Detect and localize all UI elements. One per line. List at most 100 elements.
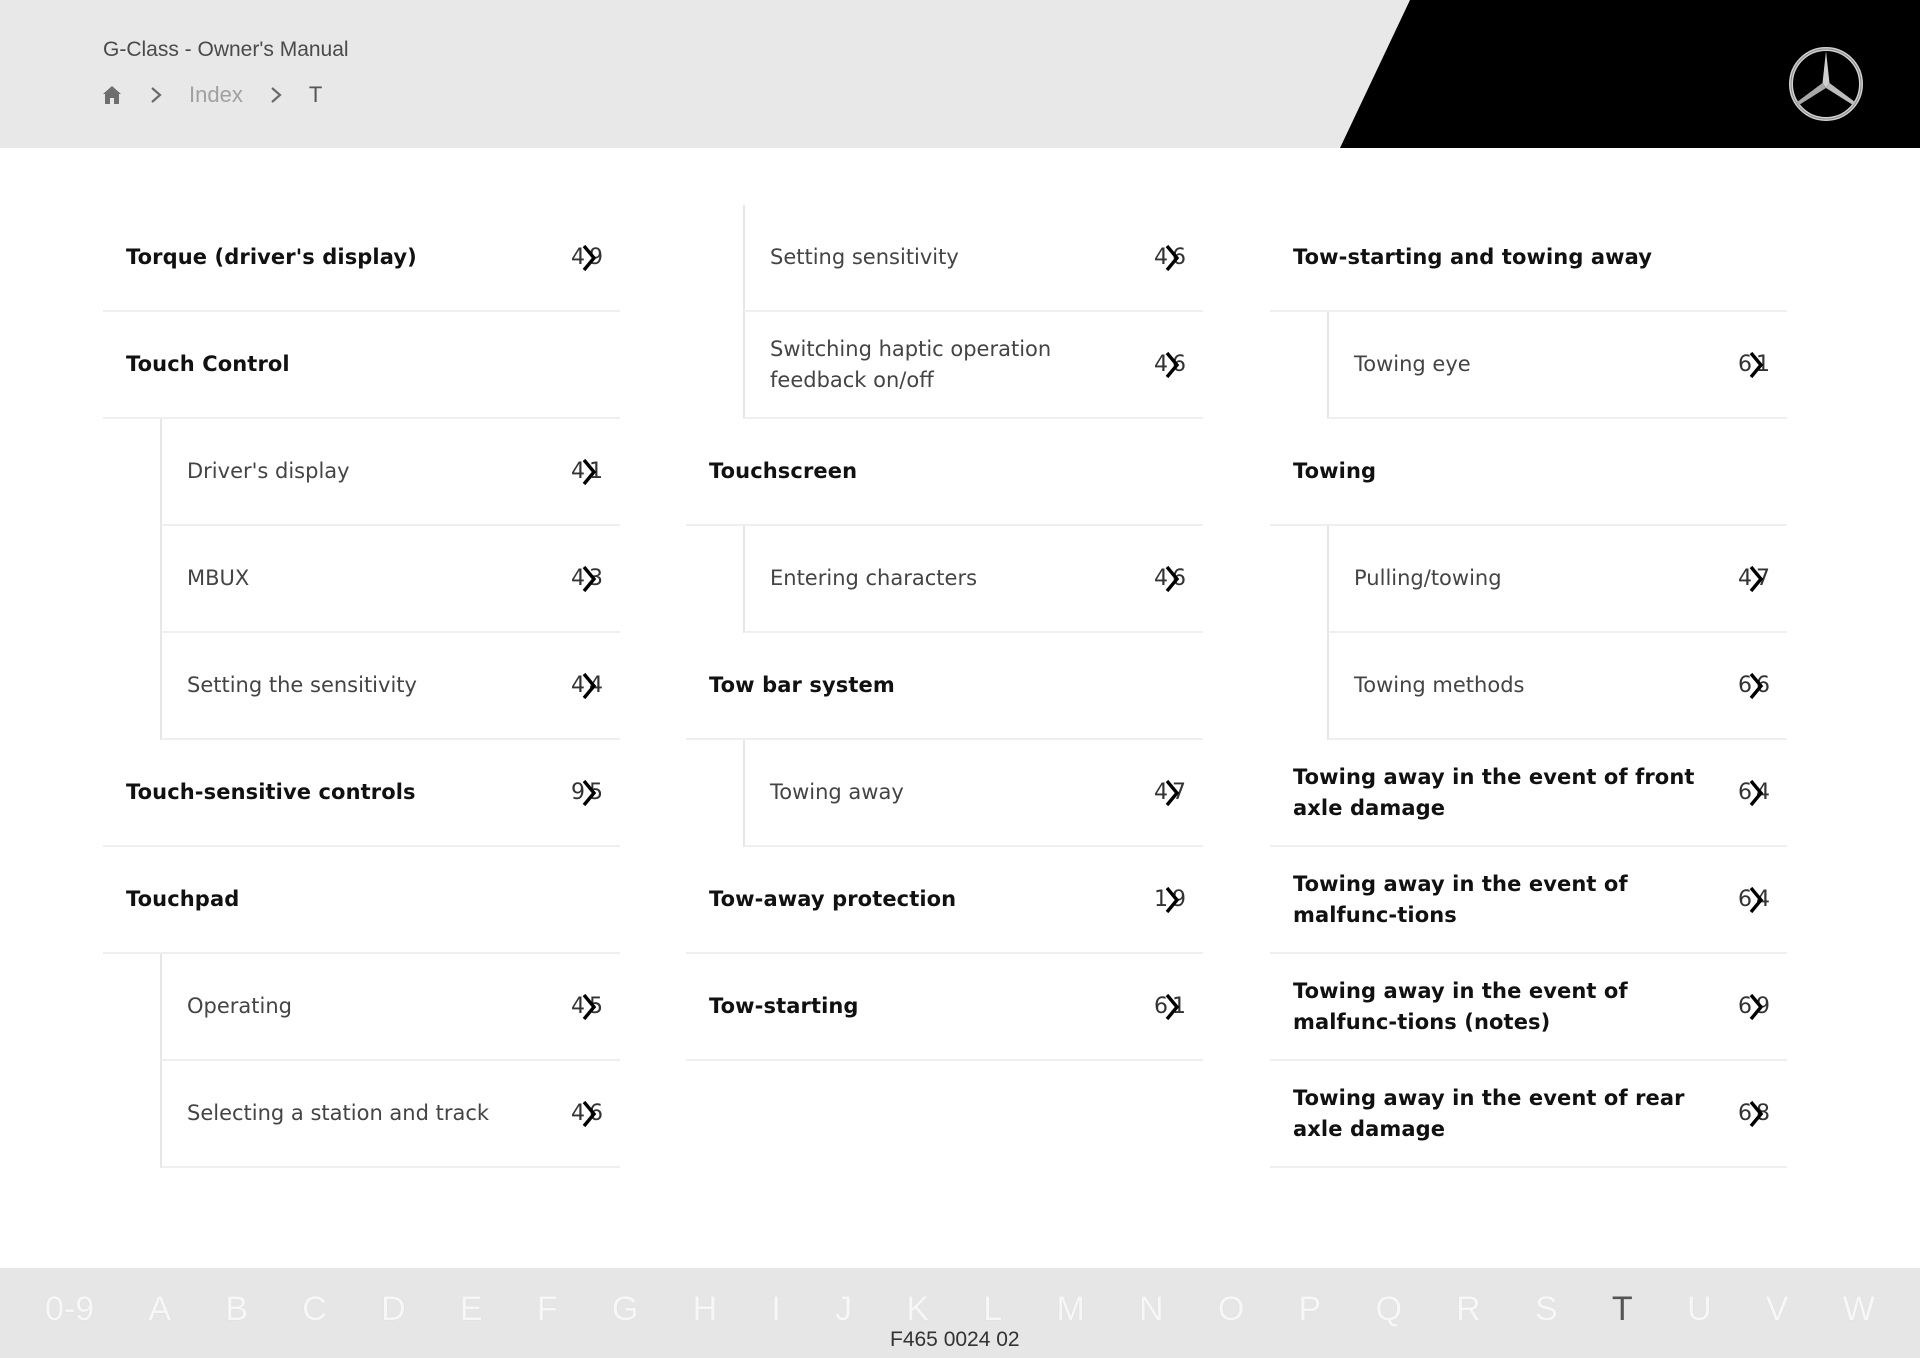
page-link[interactable]: 45 [566,991,612,1023]
page-link[interactable]: 47 [1733,563,1779,595]
index-subentry[interactable]: Towing methods 66 [1327,633,1787,740]
chevron-right-icon [1748,350,1764,380]
page-link[interactable]: 61 [1149,991,1195,1023]
chevron-right-icon [1748,885,1764,915]
manual-title: G-Class - Owner's Manual [103,38,349,61]
alphabet-letter[interactable]: W [1843,1290,1875,1329]
alphabet-letter[interactable]: H [693,1290,718,1329]
entry-label: Towing away in the event of malfunc-tion… [1293,978,1628,1034]
index-subentry[interactable]: Setting the sensitivity 44 [160,633,620,740]
index-subentry[interactable]: Towing eye 61 [1327,312,1787,419]
alphabet-letter[interactable]: B [225,1290,248,1329]
page-link[interactable]: 46 [1149,349,1195,381]
index-entry: Tow bar system [686,633,1203,740]
entry-label: Operating [187,994,292,1018]
alphabet-letter[interactable]: S [1535,1290,1558,1329]
page-link[interactable]: 47 [1149,777,1195,809]
index-entry[interactable]: Towing away in the event of malfunc-tion… [1270,954,1787,1061]
chevron-right-icon [581,243,597,273]
chevron-right-icon [581,1099,597,1129]
alphabet-letter[interactable]: C [302,1290,327,1329]
alphabet-letter[interactable]: N [1139,1290,1164,1329]
index-entry[interactable]: Towing away in the event of front axle d… [1270,740,1787,847]
alphabet-letter[interactable]: F [537,1290,558,1329]
index-entry[interactable]: Tow-starting 61 [686,954,1203,1061]
page-link[interactable]: 64 [1733,777,1779,809]
alphabet-letter[interactable]: O [1218,1290,1244,1329]
breadcrumb: Index T [101,82,322,108]
alphabet-letter[interactable]: J [835,1290,852,1329]
index-entry[interactable]: Touch-sensitive controls 95 [103,740,620,847]
index-subentry[interactable]: Towing away 47 [743,740,1203,847]
home-icon[interactable] [101,84,123,106]
index-subentry[interactable]: Driver's display 41 [160,419,620,526]
mercedes-star-logo-icon[interactable] [1787,45,1865,123]
alphabet-footer: 0-9 A B C D E F G H I J K L M N O P Q R S T U V W F465 0024 02 [0,1268,1920,1358]
index-subentry[interactable]: Setting sensitivity 46 [743,205,1203,312]
index-subentry[interactable]: Pulling/towing 47 [1327,526,1787,633]
index-column-3: Tow-starting and towing away Towing eye 61… [1270,205,1787,1168]
entry-label: Touchpad [126,887,240,911]
alphabet-letter[interactable]: A [148,1290,171,1329]
alphabet-letter[interactable]: L [983,1290,1002,1329]
page-link[interactable]: 41 [566,456,612,488]
entry-label: Towing away [770,780,904,804]
entry-label: Setting the sensitivity [187,673,417,697]
chevron-right-icon [269,84,283,106]
page-link[interactable]: 19 [1149,884,1195,916]
index-subentry[interactable]: Selecting a station and track 46 [160,1061,620,1168]
alphabet-letter[interactable]: U [1687,1290,1712,1329]
chevron-right-icon [1164,885,1180,915]
alphabet-letter[interactable]: E [460,1290,483,1329]
index-entry[interactable]: Tow-away protection 19 [686,847,1203,954]
page-link[interactable]: 61 [1733,349,1779,381]
alphabet-letter[interactable]: Q [1375,1290,1401,1329]
index-entry[interactable]: Towing away in the event of malfunc-tion… [1270,847,1787,954]
chevron-right-icon [1748,992,1764,1022]
chevron-right-icon [1164,778,1180,808]
page-link[interactable]: 49 [566,242,612,274]
alphabet-letter[interactable]: R [1456,1290,1481,1329]
page-link[interactable]: 95 [566,777,612,809]
page-link[interactable]: 46 [1149,563,1195,595]
entry-label: Touch Control [126,352,290,376]
chevron-right-icon [1164,350,1180,380]
breadcrumb-index-link[interactable]: Index [189,82,243,108]
alphabet-letter[interactable]: I [771,1290,780,1329]
index-subentry[interactable]: Operating 45 [160,954,620,1061]
alphabet-letter[interactable]: T [1612,1290,1633,1329]
entry-label: Pulling/towing [1354,566,1502,590]
index-subentry[interactable]: MBUX 43 [160,526,620,633]
page-link[interactable]: 69 [1733,991,1779,1023]
chevron-right-icon [581,564,597,594]
page-link[interactable]: 44 [566,670,612,702]
entry-label: Towing away in the event of front axle d… [1293,764,1695,820]
chevron-right-icon [149,84,163,106]
page-link[interactable]: 66 [1733,670,1779,702]
alphabet-letter[interactable]: D [381,1290,406,1329]
alphabet-letter[interactable]: 0-9 [45,1290,94,1329]
entry-label: Tow-starting [709,994,859,1018]
index-entry: Tow-starting and towing away [1270,205,1787,312]
page-link[interactable]: 68 [1733,1098,1779,1130]
index-subentry[interactable]: Switching haptic operation feedback on/o… [743,312,1203,419]
entry-label: Entering characters [770,566,978,590]
page-link[interactable]: 46 [1149,242,1195,274]
index-entry[interactable]: Torque (driver's display) 49 [103,205,620,312]
alphabet-letter[interactable]: P [1299,1290,1322,1329]
chevron-right-icon [1164,564,1180,594]
alphabet-letter[interactable]: G [612,1290,638,1329]
page-link[interactable]: 64 [1733,884,1779,916]
index-column-2: Setting sensitivity 46 Switching haptic op… [686,205,1203,1061]
index-entry: Touch Control [103,312,620,419]
page-link[interactable]: 43 [566,563,612,595]
index-entry[interactable]: Towing away in the event of rear axle da… [1270,1061,1787,1168]
chevron-right-icon [1164,243,1180,273]
alphabet-letter[interactable]: K [906,1290,929,1329]
alphabet-letter[interactable]: M [1056,1290,1084,1329]
page-link[interactable]: 46 [566,1098,612,1130]
alphabet-letter[interactable]: V [1766,1290,1789,1329]
index-subentry[interactable]: Entering characters 46 [743,526,1203,633]
index-entry: Towing [1270,419,1787,526]
entry-label: Towing eye [1354,352,1471,376]
